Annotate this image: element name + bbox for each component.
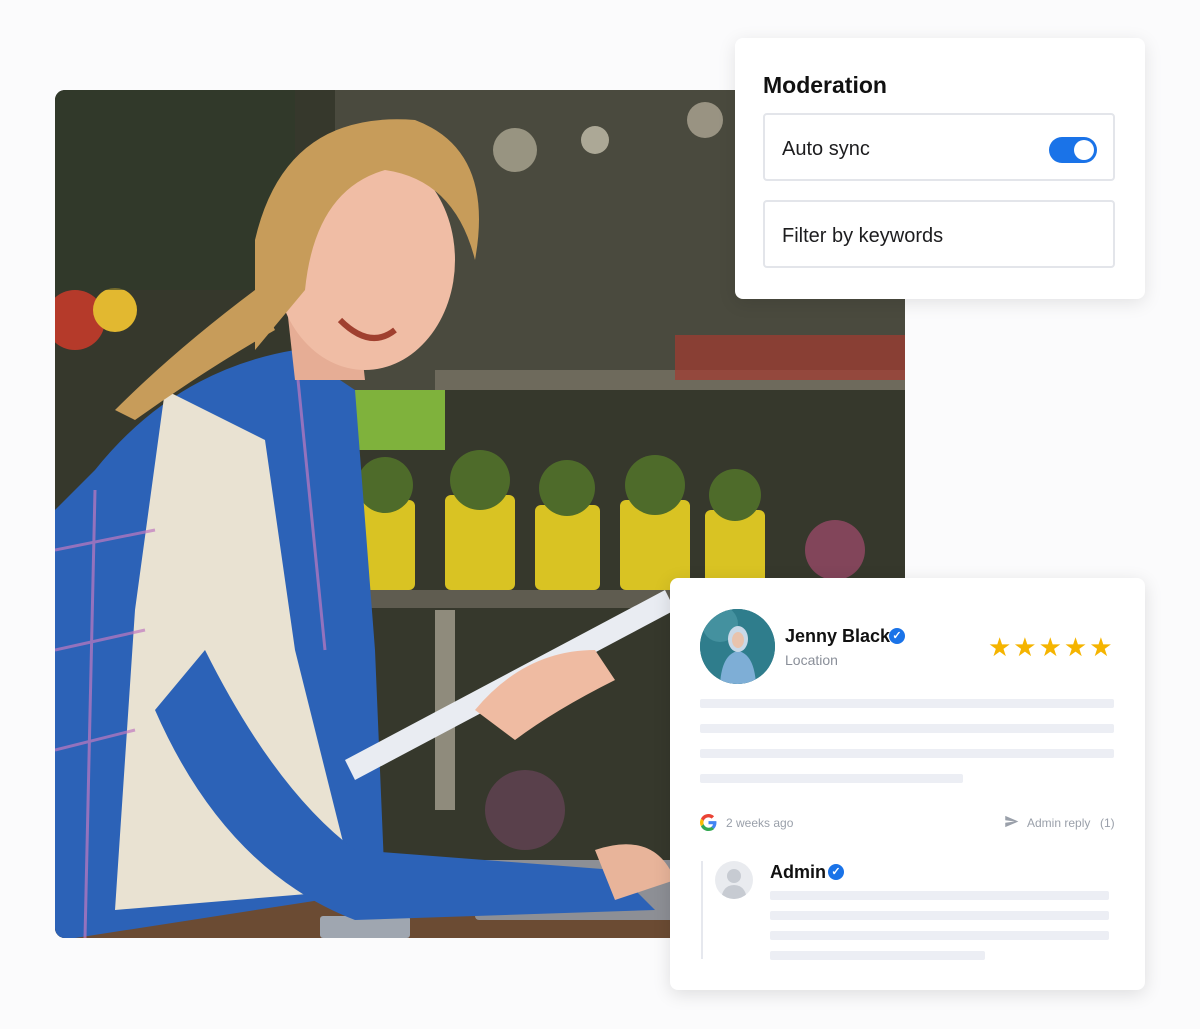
toggle-knob [1074,140,1094,160]
reply-thread-line [701,861,703,959]
reply-text-placeholder-line [770,951,985,960]
reply-text-placeholder-line [770,891,1109,900]
reviewer-avatar[interactable] [700,609,775,684]
verified-badge-icon: ✓ [828,864,844,880]
star-rating: ★★★★★ [988,632,1115,662]
admin-reply-count: (1) [1100,816,1115,830]
reviewer-name: Jenny Black [785,626,891,646]
moderation-card: Moderation Auto sync Filter by keywords [735,38,1145,299]
review-text-placeholder-line [700,749,1114,758]
review-time: 2 weeks ago [726,816,794,830]
admin-reply-link[interactable]: Admin reply [1027,816,1090,830]
filter-by-keywords-label: Filter by keywords [782,225,944,247]
filter-by-keywords-row[interactable]: Filter by keywords [763,200,1115,268]
review-card: Jenny Black ✓ Location ★★★★★ 2 weeks ago… [670,578,1145,990]
send-icon[interactable] [1004,814,1019,829]
review-text-placeholder-line [700,774,963,783]
reviewer-location: Location [785,652,838,668]
moderation-title: Moderation [763,72,887,98]
reply-author-name: Admin [770,862,826,882]
reply-text-placeholder-line [770,911,1109,920]
review-text-placeholder-line [700,699,1114,708]
auto-sync-row[interactable]: Auto sync [763,113,1115,181]
google-icon [700,814,717,831]
auto-sync-toggle[interactable] [1049,137,1097,163]
review-text-placeholder-line [700,724,1114,733]
verified-badge-icon: ✓ [889,628,905,644]
user-placeholder-icon [715,861,753,899]
auto-sync-label: Auto sync [782,138,870,160]
reply-text-placeholder-line [770,931,1109,940]
